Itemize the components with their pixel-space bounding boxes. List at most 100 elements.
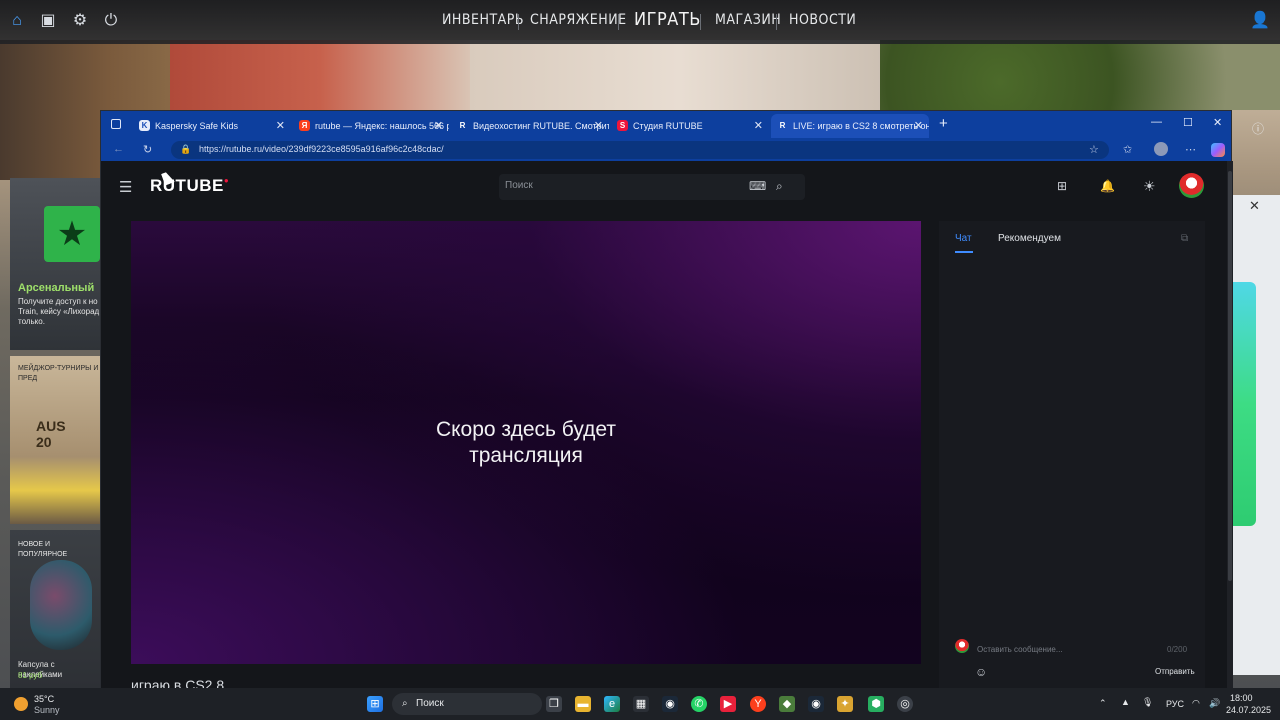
tab-live-stream[interactable]: R LIVE: играю в CS2 8 смотреть он ✕: [771, 114, 929, 138]
steam-icon[interactable]: ◉: [662, 696, 678, 712]
wifi-icon[interactable]: ◠: [1192, 698, 1200, 709]
search-icon[interactable]: ⌕: [776, 179, 783, 194]
site-lock-icon[interactable]: 🔒: [180, 144, 191, 155]
tab-label: LIVE: играю в CS2 8 смотреть он: [793, 121, 929, 131]
major-event-name: AUS 20: [36, 418, 66, 450]
whatsapp-icon[interactable]: ✆: [691, 696, 707, 712]
new-popular-card[interactable]: НОВОЕ И ПОПУЛЯРНОЕ Капсула с наклейками …: [10, 530, 100, 688]
menu-icon[interactable]: ☰: [119, 178, 132, 196]
favorites-icon[interactable]: ✩: [1123, 143, 1132, 156]
taskbar: 35°C Sunny ⊞ ⌕ Поиск ❐ ▬ e ▦ ◉ ✆ ▶ Y ◆ ◉…: [0, 688, 1280, 720]
app-icon[interactable]: ⬢: [868, 696, 884, 712]
gear-icon[interactable]: ⚙: [71, 12, 89, 30]
tab-label: Студия RUTUBE: [633, 121, 703, 131]
video-player[interactable]: Скоро здесь будет трансляция: [131, 221, 921, 664]
popout-icon[interactable]: ⧉: [1181, 233, 1188, 244]
major-card[interactable]: МЕЙДЖОР-ТУРНИРЫ И ПРЕД AUS 20: [10, 356, 100, 524]
theme-sun-icon[interactable]: ☀: [1143, 178, 1156, 195]
close-icon[interactable]: ✕: [1249, 198, 1260, 214]
upload-icon[interactable]: ⊞: [1057, 179, 1067, 193]
home-icon[interactable]: ⌂: [8, 12, 26, 30]
inventory-box-icon[interactable]: ▣: [39, 12, 57, 30]
logo-dot-icon: ●: [223, 176, 230, 185]
tab-rutube-home[interactable]: R Видеохостинг RUTUBE. Смотрите ✕: [451, 114, 609, 138]
game-app-icon[interactable]: ◆: [779, 696, 795, 712]
tab-rutube-studio[interactable]: S Студия RUTUBE ✕: [611, 114, 769, 138]
nav-loadout[interactable]: СНАРЯЖЕНИЕ: [530, 12, 627, 28]
close-tab-icon[interactable]: ✕: [276, 114, 285, 138]
tab-label: Видеохостинг RUTUBE. Смотрите: [473, 121, 609, 131]
keyboard-icon[interactable]: ⌨: [749, 179, 766, 193]
close-tab-icon[interactable]: ✕: [434, 114, 443, 138]
clock-date[interactable]: 24.07.2025: [1226, 705, 1271, 715]
chat-message-input[interactable]: Оставить сообщение...: [977, 645, 1063, 654]
maximize-icon[interactable]: ☐: [1183, 116, 1193, 129]
volume-icon[interactable]: 🔊: [1209, 698, 1220, 709]
nav-store[interactable]: МАГАЗИН: [715, 12, 781, 28]
profile-icon[interactable]: 👤: [1250, 12, 1270, 30]
yandex-browser-icon[interactable]: Y: [750, 696, 766, 712]
game-top-menu: ⌂ ▣ ⚙ ⏻ ИНВЕНТАРЬ СНАРЯЖЕНИЕ ИГРАТЬ МАГА…: [0, 0, 1280, 44]
input-language[interactable]: РУС: [1166, 699, 1184, 709]
studio-favicon-icon: S: [617, 120, 628, 131]
microphone-icon[interactable]: 🎙: [1142, 697, 1153, 708]
nav-inventory[interactable]: ИНВЕНТАРЬ: [442, 12, 524, 28]
rutube-favicon-icon: R: [779, 121, 786, 130]
promo-title: Арсенальный: [18, 282, 95, 294]
rutube-page: ☰ RUTUBE● Поиск ⌨ ⌕ ⊞ 🔔 ☀ Скоро здесь бу…: [101, 161, 1227, 689]
edge-browser-icon[interactable]: e: [604, 696, 620, 712]
close-window-icon[interactable]: ✕: [1213, 116, 1222, 129]
avatar[interactable]: [1179, 173, 1204, 198]
power-icon[interactable]: ⏻: [102, 12, 120, 30]
weather-sun-icon[interactable]: [14, 697, 28, 711]
browser-profile-icon[interactable]: [1154, 142, 1168, 156]
obs-icon[interactable]: ◎: [897, 696, 913, 712]
weather-condition[interactable]: Sunny: [34, 705, 60, 715]
nav-play[interactable]: ИГРАТЬ: [634, 9, 701, 30]
weather-temperature[interactable]: 35°C: [34, 694, 54, 704]
chevron-up-icon[interactable]: ⌃: [1099, 698, 1107, 709]
store-icon[interactable]: ▦: [633, 696, 649, 712]
windows-start-icon[interactable]: ⊞: [367, 696, 383, 712]
kaspersky-favicon-icon: K: [139, 120, 150, 131]
bell-icon[interactable]: 🔔: [1100, 179, 1115, 193]
scrollbar[interactable]: [1227, 161, 1233, 689]
tab-chat[interactable]: Чат: [955, 233, 972, 244]
more-options-icon[interactable]: ⋯: [1185, 143, 1196, 156]
tab-yandex[interactable]: Я rutube — Яндекс: нашлось 566 р ✕: [293, 114, 449, 138]
nav-news[interactable]: НОВОСТИ: [789, 12, 856, 28]
close-tab-icon[interactable]: ✕: [914, 114, 923, 138]
tray-app-icon[interactable]: ▲: [1121, 697, 1130, 707]
task-view-icon[interactable]: ❐: [546, 696, 562, 712]
send-button[interactable]: Отправить: [1155, 667, 1195, 676]
copilot-icon[interactable]: [1211, 143, 1225, 157]
address-bar[interactable]: 🔒 https://rutube.ru/video/239df9223ce859…: [171, 141, 1109, 159]
nav-divider: [776, 14, 777, 30]
video-app-icon[interactable]: ▶: [720, 696, 736, 712]
tab-kaspersky[interactable]: K Kaspersky Safe Kids ✕: [133, 114, 291, 138]
active-tab-indicator: [955, 251, 973, 253]
new-tab-icon[interactable]: +: [939, 115, 948, 132]
taskbar-search[interactable]: ⌕ Поиск: [392, 693, 542, 715]
minimize-icon[interactable]: —: [1151, 116, 1162, 128]
scrollbar-thumb[interactable]: [1228, 171, 1232, 581]
cs2-icon[interactable]: ✦: [837, 696, 853, 712]
back-icon[interactable]: ←: [113, 143, 124, 155]
search-input[interactable]: Поиск ⌨ ⌕: [499, 174, 805, 200]
yandex-favicon-icon: Я: [299, 120, 310, 131]
file-explorer-icon[interactable]: ▬: [575, 696, 591, 712]
reload-icon[interactable]: ↻: [143, 143, 152, 156]
stream-placeholder-text: Скоро здесь будет трансляция: [435, 418, 617, 467]
clock-time[interactable]: 18:00: [1230, 693, 1253, 703]
promo-card[interactable]: ★ Арсенальный Получите доступ к но Train…: [10, 178, 100, 350]
sticker-capsule-image: [30, 560, 92, 650]
rutube-logo[interactable]: RUTUBE●: [150, 176, 229, 196]
favorite-star-icon[interactable]: ☆: [1089, 143, 1099, 156]
tab-recommended[interactable]: Рекомендуем: [998, 233, 1061, 244]
close-tab-icon[interactable]: ✕: [754, 114, 763, 138]
tab-actions-icon[interactable]: [111, 119, 121, 129]
emoji-icon[interactable]: ☺: [975, 665, 987, 679]
info-icon[interactable]: ⓘ: [1252, 120, 1264, 137]
close-tab-icon[interactable]: ✕: [594, 114, 603, 138]
steam-icon[interactable]: ◉: [808, 696, 824, 712]
